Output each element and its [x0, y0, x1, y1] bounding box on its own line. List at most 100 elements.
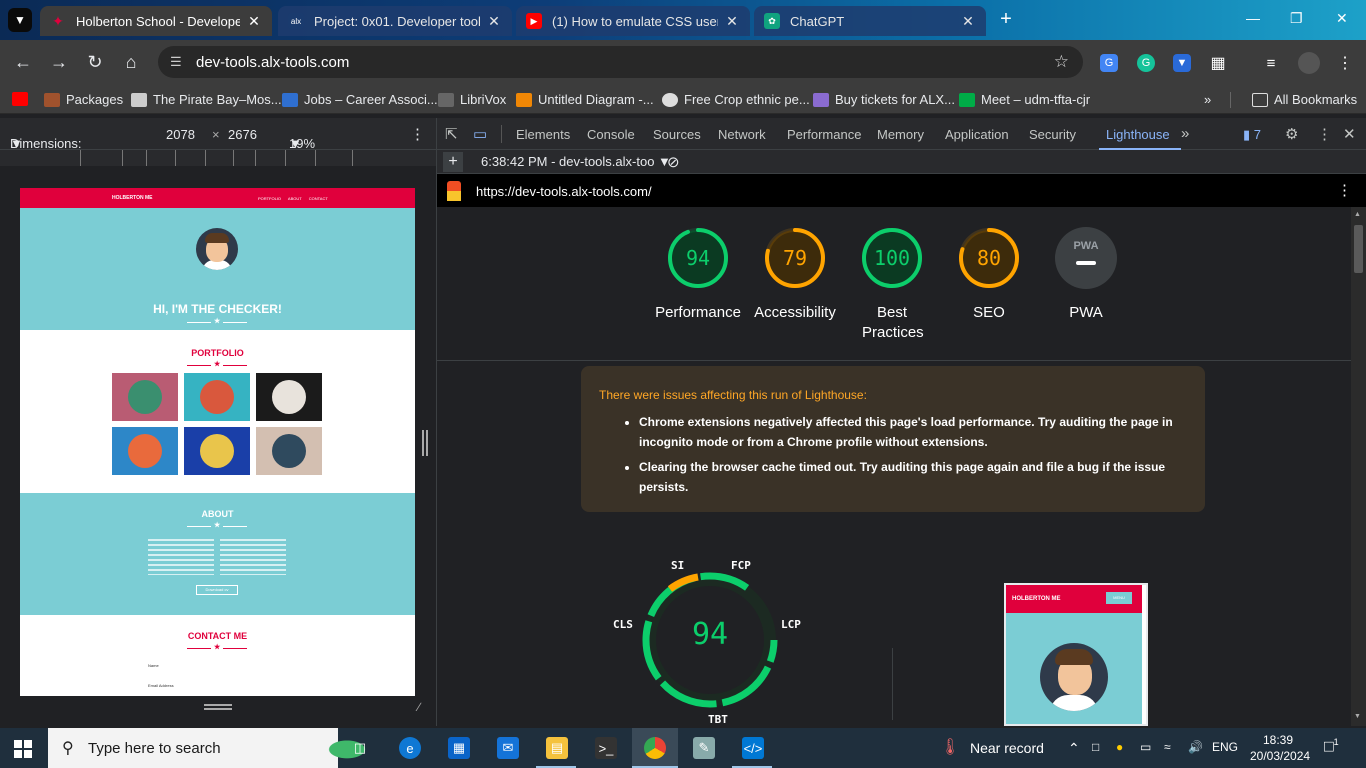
- notifications-icon[interactable]: □1: [1324, 737, 1339, 756]
- portfolio-tile-house[interactable]: [184, 373, 250, 421]
- tab-youtube[interactable]: ▶ (1) How to emulate CSS user pr ✕: [516, 6, 750, 36]
- wifi-icon[interactable]: ≈: [1164, 740, 1171, 754]
- tab-lighthouse[interactable]: Lighthouse: [1106, 127, 1170, 142]
- gauge-label-cls[interactable]: CLS: [613, 618, 633, 631]
- score-best-practices[interactable]: 100 Best Practices: [842, 227, 942, 343]
- bookmark-librivox[interactable]: LibriVox: [438, 92, 506, 107]
- new-tab-button[interactable]: +: [992, 8, 1020, 32]
- file-explorer-icon[interactable]: ▤: [546, 737, 568, 759]
- device-toggle-icon[interactable]: ▭: [473, 125, 487, 143]
- more-tabs-icon[interactable]: »: [1181, 125, 1189, 142]
- bookmark-meet[interactable]: Meet – udm-tfta-cjr: [959, 92, 1090, 107]
- gauge-label-si[interactable]: SI: [671, 559, 684, 572]
- reload-icon[interactable]: ↻: [84, 52, 106, 73]
- battery-icon[interactable]: ▭: [1140, 740, 1151, 754]
- show-hidden-icons-icon[interactable]: ⌃: [1068, 740, 1080, 757]
- all-bookmarks[interactable]: All Bookmarks: [1252, 92, 1357, 107]
- forward-arrow-icon[interactable]: →: [48, 52, 70, 73]
- profile-avatar[interactable]: [1298, 52, 1320, 74]
- grammarly-icon[interactable]: G: [1137, 54, 1155, 72]
- bookmark-tickets[interactable]: Buy tickets for ALX...: [813, 92, 955, 107]
- vscode-icon[interactable]: </>: [742, 737, 764, 759]
- score-accessibility[interactable]: 79 Accessibility: [745, 227, 845, 323]
- width-input[interactable]: 2078: [166, 127, 195, 142]
- tab-network[interactable]: Network: [718, 127, 766, 142]
- back-arrow-icon[interactable]: ←: [12, 52, 34, 73]
- tab-security[interactable]: Security: [1029, 127, 1076, 142]
- store-icon[interactable]: ▦: [448, 737, 470, 759]
- close-window-icon[interactable]: ✕: [1336, 10, 1348, 27]
- clear-reports-icon[interactable]: ⊘: [667, 153, 680, 171]
- device-icon[interactable]: □: [1092, 740, 1099, 754]
- weather-text[interactable]: Near record: [970, 740, 1044, 756]
- bookmark-freecrop[interactable]: Free Crop ethnic pe...: [662, 92, 810, 107]
- gauge-label-tbt[interactable]: TBT: [708, 713, 728, 726]
- score-seo[interactable]: 80 SEO: [939, 227, 1039, 323]
- portfolio-tile-cabin[interactable]: [112, 373, 178, 421]
- home-icon[interactable]: ⌂: [120, 52, 142, 73]
- site-info-icon[interactable]: ☰: [170, 54, 190, 70]
- notes-icon[interactable]: ✎: [693, 737, 715, 759]
- viewport-resize-handle-bottom[interactable]: [204, 704, 232, 710]
- devtools-more-icon[interactable]: ⋮: [1317, 125, 1332, 143]
- gauge-label-fcp[interactable]: FCP: [731, 559, 751, 572]
- report-scrollbar[interactable]: ▲ ▼: [1351, 207, 1366, 726]
- close-tab-icon[interactable]: ✕: [246, 13, 262, 30]
- edge-icon[interactable]: e: [399, 737, 421, 759]
- google-translate-icon[interactable]: G: [1100, 54, 1118, 72]
- reading-list-icon[interactable]: ≡: [1262, 54, 1280, 72]
- bookmark-diagram[interactable]: Untitled Diagram -...: [516, 92, 654, 107]
- terminal-icon[interactable]: >_: [595, 737, 617, 759]
- viewport-resize-handle-corner[interactable]: ∕: [418, 700, 420, 714]
- bookmark-piratebay[interactable]: The Pirate Bay–Mos...: [131, 92, 282, 107]
- tab-elements[interactable]: Elements: [516, 127, 570, 142]
- report-url[interactable]: https://dev-tools.alx-tools.com/: [476, 184, 652, 199]
- tab-console[interactable]: Console: [587, 127, 635, 142]
- task-view-icon[interactable]: ◫: [349, 737, 371, 759]
- gauge-label-lcp[interactable]: LCP: [781, 618, 801, 631]
- bookmark-youtube[interactable]: [12, 92, 34, 106]
- taskbar-search[interactable]: ⚲ Type here to search: [48, 728, 378, 768]
- scroll-down-icon[interactable]: ▼: [1354, 713, 1361, 720]
- tab-chatgpt[interactable]: ✿ ChatGPT ✕: [754, 6, 986, 36]
- issues-badge[interactable]: ▮ 7: [1243, 127, 1261, 143]
- windows-start-icon[interactable]: [14, 740, 32, 758]
- page-brand[interactable]: HOLBERTON ME: [112, 195, 152, 201]
- media-query-ruler[interactable]: [0, 150, 436, 166]
- language-indicator[interactable]: ENG: [1212, 740, 1238, 754]
- tab-performance[interactable]: Performance: [787, 127, 861, 142]
- minimize-icon[interactable]: —: [1246, 10, 1260, 26]
- tab-project[interactable]: alx Project: 0x01. Developer tools | ✕: [278, 6, 512, 36]
- restore-icon[interactable]: ❐: [1290, 10, 1303, 27]
- tab-holberton[interactable]: ✦ Holberton School - Developer t ✕: [40, 6, 272, 36]
- warning-tray-icon[interactable]: ●: [1116, 740, 1123, 754]
- bookmark-jobs[interactable]: Jobs – Career Associ...: [282, 92, 438, 107]
- scrollbar-thumb[interactable]: [1354, 225, 1363, 273]
- settings-gear-icon[interactable]: ⚙: [1285, 125, 1298, 143]
- score-pwa[interactable]: PWA PWA: [1036, 227, 1136, 323]
- inspect-element-icon[interactable]: ⇱: [445, 125, 458, 143]
- tab-application[interactable]: Application: [945, 127, 1009, 142]
- close-tab-icon[interactable]: ✕: [960, 13, 976, 30]
- clock[interactable]: 18:39 20/03/2024: [1250, 733, 1310, 763]
- close-tab-icon[interactable]: ✕: [486, 13, 502, 30]
- tab-memory[interactable]: Memory: [877, 127, 924, 142]
- chrome-menu-icon[interactable]: ⋮: [1336, 54, 1354, 72]
- report-select[interactable]: 6:38:42 PM - dev-tools.alx-too ▼: [481, 154, 671, 169]
- volume-icon[interactable]: 🔊: [1188, 740, 1203, 754]
- download-cv-button[interactable]: Download cv: [196, 585, 238, 595]
- bookmarks-overflow[interactable]: »: [1204, 92, 1211, 107]
- close-devtools-icon[interactable]: ✕: [1343, 125, 1356, 143]
- tab-search-button[interactable]: ▼: [8, 8, 32, 32]
- mail-icon[interactable]: ✉: [497, 737, 519, 759]
- device-more-icon[interactable]: ⋮: [410, 125, 425, 143]
- portfolio-tile-safe[interactable]: [184, 427, 250, 475]
- bookmark-star-icon[interactable]: ☆: [1054, 52, 1069, 72]
- address-bar[interactable]: ☰ dev-tools.alx-tools.com ☆: [158, 46, 1083, 78]
- close-tab-icon[interactable]: ✕: [724, 13, 740, 30]
- height-input[interactable]: 2676: [228, 127, 257, 142]
- portfolio-tile-gamepad[interactable]: [112, 427, 178, 475]
- chrome-icon[interactable]: [644, 737, 666, 759]
- portfolio-tile-circus[interactable]: [256, 373, 322, 421]
- portfolio-tile-submarine[interactable]: [256, 427, 322, 475]
